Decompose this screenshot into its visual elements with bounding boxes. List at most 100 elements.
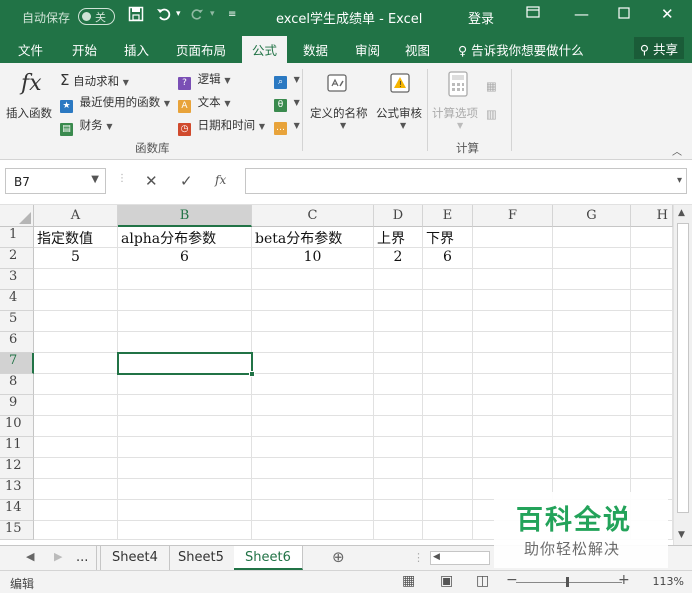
- grid-cell[interactable]: [34, 437, 118, 458]
- sheet-ellipsis[interactable]: ...: [68, 546, 98, 570]
- grid-cell[interactable]: [473, 227, 553, 248]
- grid-cell[interactable]: [553, 458, 631, 479]
- column-header-b[interactable]: B: [118, 205, 252, 227]
- vertical-scrollbar[interactable]: ▲ ▼: [673, 205, 692, 545]
- grid-cell[interactable]: [473, 353, 553, 374]
- cell-b2[interactable]: 6: [118, 248, 252, 269]
- row-header[interactable]: 15: [0, 521, 34, 540]
- grid-cell[interactable]: [118, 479, 252, 500]
- row-header[interactable]: 6: [0, 332, 34, 353]
- tab-splitter-icon[interactable]: ⋮: [413, 551, 424, 564]
- grid-cell[interactable]: [553, 416, 631, 437]
- grid-cell[interactable]: [374, 311, 423, 332]
- grid-cell[interactable]: [374, 437, 423, 458]
- grid-cell[interactable]: [374, 458, 423, 479]
- grid-cell[interactable]: [553, 332, 631, 353]
- grid-cell[interactable]: [252, 290, 374, 311]
- grid-cell[interactable]: [631, 248, 673, 269]
- grid-cell[interactable]: [553, 374, 631, 395]
- sheet-tab-sheet5[interactable]: Sheet5: [167, 546, 236, 570]
- minimize-icon[interactable]: —: [574, 5, 589, 23]
- maximize-icon[interactable]: [618, 5, 630, 23]
- cancel-icon[interactable]: ✕: [145, 172, 158, 190]
- undo-dropdown-icon[interactable]: ▾: [176, 9, 181, 19]
- grid-cell[interactable]: [252, 269, 374, 290]
- grid-cell[interactable]: [423, 311, 473, 332]
- grid-cell[interactable]: [473, 290, 553, 311]
- page-layout-view-icon[interactable]: ▣: [440, 573, 453, 589]
- column-header-a[interactable]: A: [34, 205, 118, 227]
- grid-cell[interactable]: [631, 374, 673, 395]
- grid-cell[interactable]: [118, 416, 252, 437]
- math-button[interactable]: θ ▼: [274, 94, 300, 112]
- login-link[interactable]: 登录: [468, 8, 494, 27]
- recent-functions-button[interactable]: ★ 最近使用的函数 ▼: [60, 94, 170, 113]
- scroll-up-icon[interactable]: ▲: [678, 208, 685, 218]
- text-button[interactable]: A 文本 ▼: [178, 94, 230, 113]
- prev-sheet-icon[interactable]: ◀: [26, 550, 34, 563]
- cell-e1[interactable]: 下界: [423, 227, 473, 248]
- column-header-g[interactable]: G: [553, 205, 631, 227]
- chevron-down-icon[interactable]: ▼: [91, 174, 99, 185]
- more-functions-button[interactable]: … ▼: [274, 117, 300, 135]
- grid-cell[interactable]: [631, 290, 673, 311]
- row-header[interactable]: 3: [0, 269, 34, 290]
- logical-button[interactable]: ? 逻辑 ▼: [178, 71, 230, 90]
- grid-cell[interactable]: [34, 521, 118, 540]
- grid-cell[interactable]: [118, 521, 252, 540]
- grid-cell[interactable]: [473, 248, 553, 269]
- sheet-tab-sheet4[interactable]: Sheet4: [100, 546, 170, 570]
- row-header[interactable]: 1: [0, 227, 34, 248]
- redo-dropdown-icon[interactable]: ▾: [210, 9, 215, 19]
- grid-cell[interactable]: [423, 437, 473, 458]
- column-header-c[interactable]: C: [252, 205, 374, 227]
- cell-c2[interactable]: 10: [252, 248, 374, 269]
- close-icon[interactable]: ✕: [661, 5, 674, 23]
- row-header[interactable]: 2: [0, 248, 34, 269]
- grid-cell[interactable]: [423, 353, 473, 374]
- grid-cell[interactable]: [423, 521, 473, 540]
- add-sheet-icon[interactable]: ⊕: [332, 548, 345, 566]
- grid-cell[interactable]: [252, 479, 374, 500]
- cell-d2[interactable]: 2: [374, 248, 423, 269]
- grid-cell[interactable]: [374, 416, 423, 437]
- grid-cell[interactable]: [374, 290, 423, 311]
- grid-cell[interactable]: [374, 479, 423, 500]
- sheet-tab-sheet6[interactable]: Sheet6: [234, 546, 303, 570]
- horizontal-scrollbar[interactable]: ◀: [430, 551, 490, 565]
- tab-data[interactable]: 数据: [303, 40, 328, 59]
- row-header[interactable]: 12: [0, 458, 34, 479]
- grid-cell[interactable]: [34, 311, 118, 332]
- cell-a1[interactable]: 指定数值: [34, 227, 118, 248]
- chevron-down-icon[interactable]: ▾: [677, 175, 682, 186]
- calc-now-icon[interactable]: ▦: [486, 79, 497, 93]
- grid-cell[interactable]: [631, 332, 673, 353]
- defined-names-button[interactable]: 定义的名称: [310, 105, 368, 121]
- grid-cell[interactable]: [34, 458, 118, 479]
- grid-cell[interactable]: [34, 353, 118, 374]
- grid-cell[interactable]: [252, 353, 374, 374]
- autosum-button[interactable]: Σ 自动求和 ▼: [60, 71, 129, 89]
- undo-icon[interactable]: [156, 6, 172, 26]
- formula-audit-button[interactable]: 公式审核: [376, 105, 422, 121]
- autosave-toggle[interactable]: 关: [78, 8, 115, 25]
- zoom-slider[interactable]: [516, 582, 622, 583]
- grid-cell[interactable]: [553, 269, 631, 290]
- grid-cell[interactable]: [423, 395, 473, 416]
- row-header[interactable]: 4: [0, 290, 34, 311]
- cell-e2[interactable]: 6: [423, 248, 473, 269]
- column-header-e[interactable]: E: [423, 205, 473, 227]
- grid-cell[interactable]: [118, 395, 252, 416]
- zoom-level[interactable]: 113%: [653, 575, 684, 588]
- calc-options-button[interactable]: 计算选项: [432, 105, 478, 121]
- lookup-button[interactable]: ⌕ ▼: [274, 71, 300, 89]
- grid-cell[interactable]: [631, 311, 673, 332]
- grid-cell[interactable]: [631, 227, 673, 248]
- tab-home[interactable]: 开始: [72, 40, 97, 59]
- grid-cell[interactable]: [423, 416, 473, 437]
- grid-cell[interactable]: [118, 269, 252, 290]
- insert-function-button[interactable]: 插入函数: [6, 105, 52, 121]
- row-header[interactable]: 14: [0, 500, 34, 521]
- grid-cell[interactable]: [252, 437, 374, 458]
- tab-insert[interactable]: 插入: [124, 40, 149, 59]
